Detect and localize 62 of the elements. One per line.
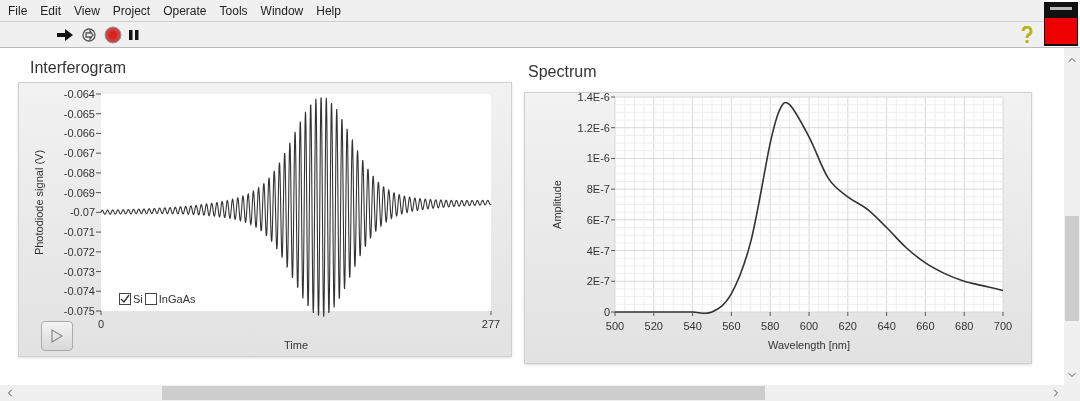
x-axis-label: Wavelength [nm]	[767, 339, 851, 351]
x-tick-label: 660	[916, 320, 935, 332]
y-tick-label: -0.069	[63, 186, 95, 199]
y-tick-label: -0.072	[63, 245, 95, 258]
x-axis-label: Time	[284, 339, 308, 351]
y-tick-label: 1E-6	[586, 152, 610, 165]
y-tick-label: 6E-7	[586, 213, 610, 226]
x-tick-label: 0	[97, 318, 105, 330]
chart-title: Spectrum	[528, 62, 598, 82]
menu-item[interactable]: Operate	[163, 1, 207, 20]
check-icon	[120, 294, 130, 305]
menu-item[interactable]: Tools	[219, 1, 248, 20]
x-tick-label: 620	[838, 320, 857, 332]
scroll-thumb[interactable]	[1065, 216, 1079, 321]
chart-title: Interferogram	[30, 58, 128, 78]
menu-item[interactable]: Edit	[40, 1, 62, 20]
y-tick-label: -0.066	[63, 127, 95, 140]
y-tick-label: -0.071	[63, 226, 95, 239]
menu-item[interactable]: Window	[260, 1, 304, 20]
x-tick-label: 640	[877, 320, 896, 332]
horizontal-scrollbar[interactable]	[0, 385, 1080, 401]
y-axis-label: Photodiode signal (V)	[33, 149, 45, 256]
x-tick-label: 560	[722, 320, 741, 332]
play-button[interactable]	[41, 321, 73, 351]
y-tick-label: 1.4E-6	[577, 93, 610, 103]
x-tick-label: 700	[993, 320, 1013, 332]
y-tick-label: -0.065	[63, 107, 95, 120]
y-tick-label: 8E-7	[586, 183, 610, 196]
help-icon[interactable]	[1020, 25, 1034, 44]
play-icon	[51, 329, 63, 343]
y-axis-label: Amplitude	[551, 180, 563, 229]
x-tick-label: 600	[799, 320, 819, 332]
y-tick-label: 1.2E-6	[577, 121, 610, 134]
menu-item[interactable]: View	[74, 1, 100, 20]
x-tick-label: 580	[761, 320, 780, 332]
scroll-thumb[interactable]	[162, 386, 765, 400]
y-tick-label: -0.075	[63, 305, 95, 317]
pause-icon[interactable]	[128, 27, 140, 42]
y-tick-label: -0.074	[63, 285, 95, 298]
y-tick-label: -0.07	[69, 206, 95, 219]
run-arrow-icon[interactable]	[56, 27, 74, 42]
run-continuously-icon[interactable]	[80, 26, 98, 43]
x-tick-label: 540	[683, 320, 702, 332]
x-tick-label: 277	[481, 318, 501, 330]
menu-item[interactable]: File	[8, 1, 28, 20]
legend-label: Si	[133, 292, 143, 307]
vertical-scrollbar[interactable]	[1064, 48, 1080, 385]
y-tick-label: 4E-7	[586, 244, 610, 257]
legend-label: InGaAs	[158, 292, 196, 307]
legend-checkbox[interactable]	[119, 293, 131, 306]
x-tick-label: 500	[605, 320, 625, 332]
y-tick-label: -0.064	[63, 88, 95, 100]
menu-item[interactable]: Project	[112, 1, 151, 20]
x-tick-label: 520	[644, 320, 663, 332]
y-tick-label: -0.067	[63, 147, 95, 160]
y-tick-label: -0.068	[63, 166, 95, 179]
y-tick-label: 0	[603, 306, 610, 318]
abort-icon[interactable]	[104, 25, 122, 44]
y-tick-label: -0.073	[63, 265, 95, 278]
menu-item[interactable]: Help	[316, 1, 341, 20]
y-tick-label: 2E-7	[586, 275, 610, 288]
x-tick-label: 680	[955, 320, 974, 332]
